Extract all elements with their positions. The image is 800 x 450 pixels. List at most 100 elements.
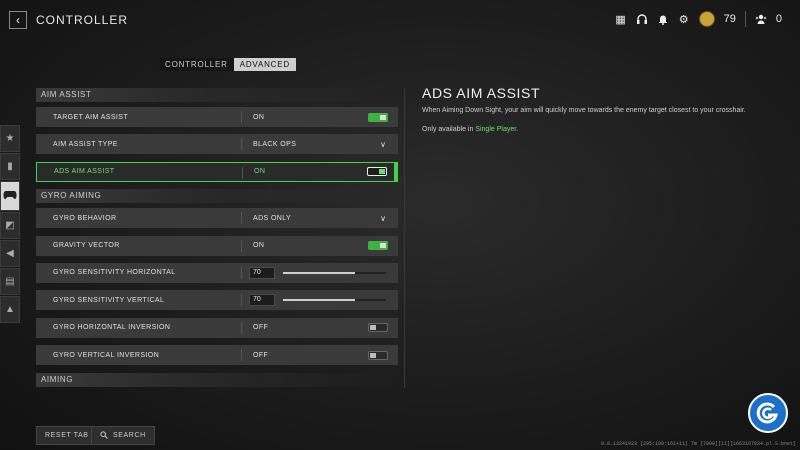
row-divider	[241, 212, 242, 225]
bell-icon[interactable]	[657, 13, 669, 25]
row-gyro-sensitivity-horizontal[interactable]: GYRO SENSITIVITY HORIZONTAL 70	[36, 262, 398, 283]
row-divider	[241, 294, 242, 307]
detail-title: ADS AIM ASSIST	[422, 85, 541, 101]
search-button[interactable]: SEARCH	[91, 426, 155, 445]
search-icon	[100, 430, 108, 441]
rail-favorites[interactable]: ★	[0, 125, 20, 152]
single-player-link[interactable]: Single Player	[475, 126, 516, 133]
slider-track[interactable]	[283, 299, 386, 302]
currency-value: 79	[723, 13, 736, 25]
party-icon[interactable]	[755, 13, 767, 25]
row-value: OFF	[253, 324, 269, 332]
row-divider	[241, 321, 242, 334]
top-icons: ▦ ⚙ 79 0	[615, 11, 782, 27]
row-gyro-sensitivity-vertical[interactable]: GYRO SENSITIVITY VERTICAL 70	[36, 290, 398, 311]
row-label: GYRO SENSITIVITY HORIZONTAL	[53, 269, 176, 277]
toggle-switch[interactable]	[368, 350, 388, 360]
chevron-left-icon: ‹	[16, 13, 20, 27]
detail-note: Only available in Single Player.	[422, 126, 772, 133]
star-icon: ★	[5, 133, 15, 144]
row-label: GYRO BEHAVIOR	[53, 214, 117, 222]
section-aiming: AIMING	[36, 372, 398, 387]
section-aim-assist: AIM ASSIST	[36, 88, 398, 102]
row-label: GYRO SENSITIVITY VERTICAL	[53, 296, 165, 304]
section-gyro-aiming: GYRO AIMING	[36, 189, 398, 204]
toggle-switch[interactable]	[368, 241, 388, 251]
row-gravity-vector[interactable]: GRAVITY VECTOR ON	[36, 235, 398, 256]
weapon-icon: ▮	[7, 161, 13, 172]
row-value: BLACK OPS	[253, 140, 297, 148]
toggle-knob	[370, 352, 376, 358]
row-gyro-vertical-inversion[interactable]: GYRO VERTICAL INVERSION OFF	[36, 345, 398, 366]
rail-audio[interactable]: ◀	[0, 240, 20, 267]
row-divider	[241, 266, 242, 279]
rail-account[interactable]: ▲	[0, 296, 20, 323]
back-button[interactable]: ‹	[9, 11, 27, 29]
row-label: TARGET AIM ASSIST	[53, 113, 129, 121]
row-divider	[241, 138, 242, 151]
top-separator	[744, 11, 746, 27]
slider-track[interactable]	[283, 271, 386, 274]
settings-list: AIM ASSIST TARGET AIM ASSIST ON AIM ASSI…	[36, 88, 398, 392]
row-target-aim-assist[interactable]: TARGET AIM ASSIST ON	[36, 107, 398, 127]
row-aim-assist-type[interactable]: AIM ASSIST TYPE BLACK OPS ∨	[36, 134, 398, 155]
row-divider	[242, 166, 243, 179]
reset-label: RESET TAB	[45, 432, 89, 439]
gear-icon[interactable]: ⚙	[678, 13, 690, 26]
chevron-down-icon[interactable]: ∨	[380, 214, 386, 223]
speaker-icon: ◀	[6, 248, 14, 259]
row-value: ON	[253, 113, 265, 121]
row-label: AIM ASSIST TYPE	[53, 140, 118, 148]
value-input[interactable]: 70	[249, 294, 275, 307]
detail-panel: ADS AIM ASSIST When Aiming Down Sight, y…	[422, 85, 772, 133]
note-prefix: Only available in	[422, 126, 476, 133]
panel-divider	[404, 88, 405, 388]
toggle-knob	[380, 114, 386, 120]
row-gyro-behavior[interactable]: GYRO BEHAVIOR ADS ONLY ∨	[36, 208, 398, 229]
row-value: ON	[254, 168, 266, 176]
chevron-down-icon[interactable]: ∨	[380, 140, 386, 149]
rail-weapon[interactable]: ▮	[0, 153, 20, 180]
note-suffix: .	[516, 126, 519, 133]
value-input[interactable]: 70	[249, 266, 275, 279]
slider-fill	[283, 271, 356, 274]
rail-controller[interactable]	[0, 181, 20, 211]
toggle-knob	[370, 325, 376, 331]
toggle-switch[interactable]	[368, 323, 388, 333]
watermark-logo	[748, 393, 788, 433]
controller-icon	[3, 190, 17, 203]
grid-icon[interactable]: ▦	[615, 13, 627, 26]
reset-tab-button[interactable]: RESET TAB	[36, 426, 98, 445]
row-label: GYRO HORIZONTAL INVERSION	[53, 324, 171, 332]
version-string: 9.8.13241923 [295:100:161+11] Tm [7000][…	[600, 441, 796, 447]
row-label: GRAVITY VECTOR	[53, 242, 120, 250]
row-divider	[241, 111, 242, 123]
side-rail: ★ ▮ ◩ ◀ ▤ ▲	[0, 125, 20, 324]
toggle-switch[interactable]	[368, 112, 388, 122]
toggle-knob	[380, 243, 386, 249]
rail-gyro[interactable]: ◩	[0, 212, 20, 239]
search-label: SEARCH	[113, 432, 146, 439]
row-gyro-horizontal-inversion[interactable]: GYRO HORIZONTAL INVERSION OFF	[36, 317, 398, 338]
g-logo-icon	[756, 402, 778, 424]
rail-interface[interactable]: ▤	[0, 268, 20, 295]
detail-description: When Aiming Down Sight, your aim will qu…	[422, 107, 746, 114]
row-divider	[241, 239, 242, 252]
row-value: OFF	[253, 351, 269, 359]
top-bar: ‹ CONTROLLER ▦ ⚙ 79 0	[0, 0, 800, 40]
settings-tabs: CONTROLLER ADVANCED	[159, 58, 296, 71]
row-value: ON	[253, 242, 265, 250]
row-label: ADS AIM ASSIST	[54, 168, 115, 176]
slider-fill	[283, 299, 356, 302]
row-ads-aim-assist[interactable]: ADS AIM ASSIST ON	[36, 161, 398, 182]
row-label: GYRO VERTICAL INVERSION	[53, 351, 160, 359]
toggle-knob	[379, 169, 385, 175]
toggle-switch[interactable]	[367, 167, 387, 177]
account-icon: ▲	[5, 304, 15, 315]
headset-icon[interactable]	[636, 13, 648, 25]
medal-icon[interactable]	[698, 11, 715, 27]
row-value: ADS ONLY	[253, 214, 292, 222]
tab-controller[interactable]: CONTROLLER	[159, 58, 234, 71]
tab-advanced[interactable]: ADVANCED	[233, 58, 296, 71]
page-title: CONTROLLER	[36, 13, 129, 27]
